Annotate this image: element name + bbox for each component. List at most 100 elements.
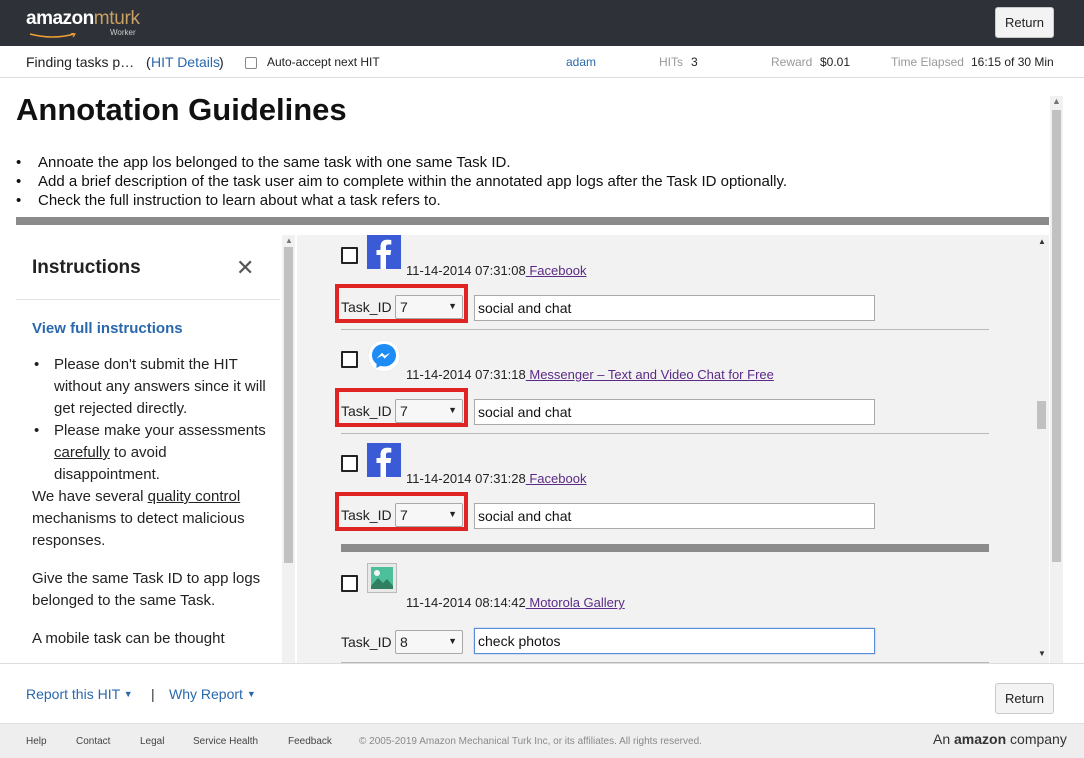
footer-contact-link[interactable]: Contact <box>76 736 110 747</box>
instruction-paragraph: We have several quality control mechanis… <box>32 486 268 552</box>
task-id-select[interactable]: 7 ▼ <box>395 399 463 423</box>
log-meta: 11-14-2014 07:31:08 Facebook <box>406 263 586 278</box>
instruction-underlined: carefully <box>54 444 110 461</box>
task-description-input[interactable]: social and chat <box>474 503 875 529</box>
log-meta: 11-14-2014 07:31:18 Messenger – Text and… <box>406 367 774 382</box>
guideline-item: Check the full instruction to learn abou… <box>16 191 787 210</box>
instruction-text: Please make your assessments <box>54 422 266 439</box>
task-id-select[interactable]: 8 ▼ <box>395 630 463 654</box>
entry-divider <box>341 329 989 330</box>
hit-details-open-paren: ( <box>146 54 151 70</box>
app-name-link[interactable]: Messenger – Text and Video Chat for Free <box>526 367 774 382</box>
why-report-label: Why Report <box>169 686 243 702</box>
time-elapsed-value: 16:15 of 30 Min <box>971 55 1054 69</box>
log-timestamp: 11-14-2014 07:31:28 <box>406 471 526 486</box>
log-timestamp: 11-14-2014 07:31:08 <box>406 263 526 278</box>
task-list-scroll-thumb[interactable] <box>1037 401 1046 429</box>
facebook-icon <box>367 443 401 477</box>
task-id-select[interactable]: 7 ▼ <box>395 295 463 319</box>
instructions-panel: Instructions ✕ View full instructions Pl… <box>16 235 280 663</box>
task-id-select[interactable]: 7 ▼ <box>395 503 463 527</box>
instruction-text: mechanisms to detect malicious responses… <box>32 510 245 549</box>
scroll-up-icon[interactable]: ▲ <box>1038 237 1046 246</box>
log-select-checkbox[interactable] <box>341 247 358 264</box>
task-id-value: 7 <box>400 507 408 523</box>
task-id-value: 7 <box>400 403 408 419</box>
hits-value: 3 <box>691 55 698 69</box>
hit-content: ▲ Annotation Guidelines Annoate the app … <box>0 78 1084 663</box>
report-separator: | <box>151 686 155 702</box>
return-button-top[interactable]: Return <box>995 7 1054 38</box>
messenger-icon <box>367 339 401 373</box>
reward-value: $0.01 <box>820 55 851 69</box>
task-log-list: 11-14-2014 07:31:08 Facebook Task_ID 7 ▼ … <box>297 235 1049 663</box>
caret-down-icon: ▼ <box>123 689 133 699</box>
app-name-link[interactable]: Facebook <box>526 263 586 278</box>
hits-label: HITs <box>659 55 683 69</box>
page-scroll-thumb[interactable] <box>1052 110 1061 562</box>
scroll-up-icon[interactable]: ▲ <box>1052 96 1061 106</box>
task-list-scrollbar[interactable]: ▲ ▼ <box>1035 235 1048 663</box>
dropdown-arrow-icon: ▼ <box>448 509 457 519</box>
instruction-paragraph: Give the same Task ID to app logs belong… <box>32 570 261 609</box>
top-bar: amazonmturk Worker Return <box>0 0 1084 46</box>
time-elapsed-label: Time Elapsed <box>891 55 964 69</box>
caret-down-icon: ▼ <box>246 689 256 699</box>
instructions-scroll-thumb[interactable] <box>284 247 293 563</box>
instructions-heading: Instructions <box>32 257 141 278</box>
instructions-scrollbar[interactable]: ▲ <box>282 235 295 663</box>
log-timestamp: 11-14-2014 07:31:18 <box>406 367 526 382</box>
brand-amazon-text: amazon <box>954 731 1007 747</box>
instructions-body: Please don't submit the HIT without any … <box>32 354 268 650</box>
footer-help-link[interactable]: Help <box>26 736 47 747</box>
entry-divider <box>341 433 989 434</box>
scroll-up-icon[interactable]: ▲ <box>285 236 293 245</box>
hit-status-bar: Finding tasks p… ( HIT Details ) Auto-ac… <box>0 46 1084 78</box>
task-id-label: Task_ID <box>341 507 392 523</box>
guideline-list: Annoate the app los belonged to the same… <box>16 153 787 210</box>
report-hit-label: Report this HIT <box>26 686 120 702</box>
app-name-link[interactable]: Motorola Gallery <box>526 595 624 610</box>
auto-accept-checkbox[interactable] <box>245 57 257 70</box>
page-scrollbar[interactable]: ▲ <box>1050 96 1063 663</box>
footer-feedback-link[interactable]: Feedback <box>288 736 332 747</box>
reward-label: Reward <box>771 55 813 69</box>
task-description-input[interactable]: social and chat <box>474 399 875 425</box>
hit-details-link[interactable]: HIT Details <box>151 54 220 70</box>
page-footer: Help Contact Legal Service Health Feedba… <box>0 723 1084 758</box>
log-select-checkbox[interactable] <box>341 351 358 368</box>
mturk-logo[interactable]: amazonmturk Worker <box>26 8 140 38</box>
return-button-bottom[interactable]: Return <box>995 683 1054 714</box>
dropdown-arrow-icon: ▼ <box>448 405 457 415</box>
task-description-input[interactable]: check photos <box>474 628 875 654</box>
task-description-input[interactable]: social and chat <box>474 295 875 321</box>
task-title: Finding tasks p… <box>26 54 135 70</box>
log-meta: 11-14-2014 08:14:42 Motorola Gallery <box>406 595 625 610</box>
worker-username[interactable]: adam <box>566 55 596 69</box>
task-group-divider <box>341 544 989 552</box>
scroll-down-icon[interactable]: ▼ <box>1038 649 1046 658</box>
app-name-link[interactable]: Facebook <box>526 471 586 486</box>
task-id-label: Task_ID <box>341 403 392 419</box>
log-select-checkbox[interactable] <box>341 455 358 472</box>
logo-amazon-text: amazon <box>26 8 94 29</box>
logo-worker-text: Worker <box>110 28 136 37</box>
instruction-bullet: Please don't submit the HIT without any … <box>32 354 268 420</box>
instruction-underlined: quality control <box>147 488 241 505</box>
view-full-instructions-link[interactable]: View full instructions <box>32 320 183 337</box>
close-icon[interactable]: ✕ <box>236 255 254 281</box>
log-select-checkbox[interactable] <box>341 575 358 592</box>
amazon-smile-icon <box>29 33 76 38</box>
why-report-menu[interactable]: Why Report ▼ <box>169 686 256 702</box>
hit-details-close-paren: ) <box>219 54 224 70</box>
brand-text: An <box>933 731 955 747</box>
footer-service-health-link[interactable]: Service Health <box>193 736 258 747</box>
gallery-icon <box>367 563 397 593</box>
instruction-bullet: Please make your assessments carefully t… <box>32 420 268 486</box>
guideline-item: Annoate the app los belonged to the same… <box>16 153 787 172</box>
log-timestamp: 11-14-2014 08:14:42 <box>406 595 526 610</box>
instructions-separator <box>16 299 280 300</box>
footer-legal-link[interactable]: Legal <box>140 736 164 747</box>
report-hit-menu[interactable]: Report this HIT ▼ <box>26 686 133 702</box>
auto-accept-label: Auto-accept next HIT <box>267 55 380 69</box>
